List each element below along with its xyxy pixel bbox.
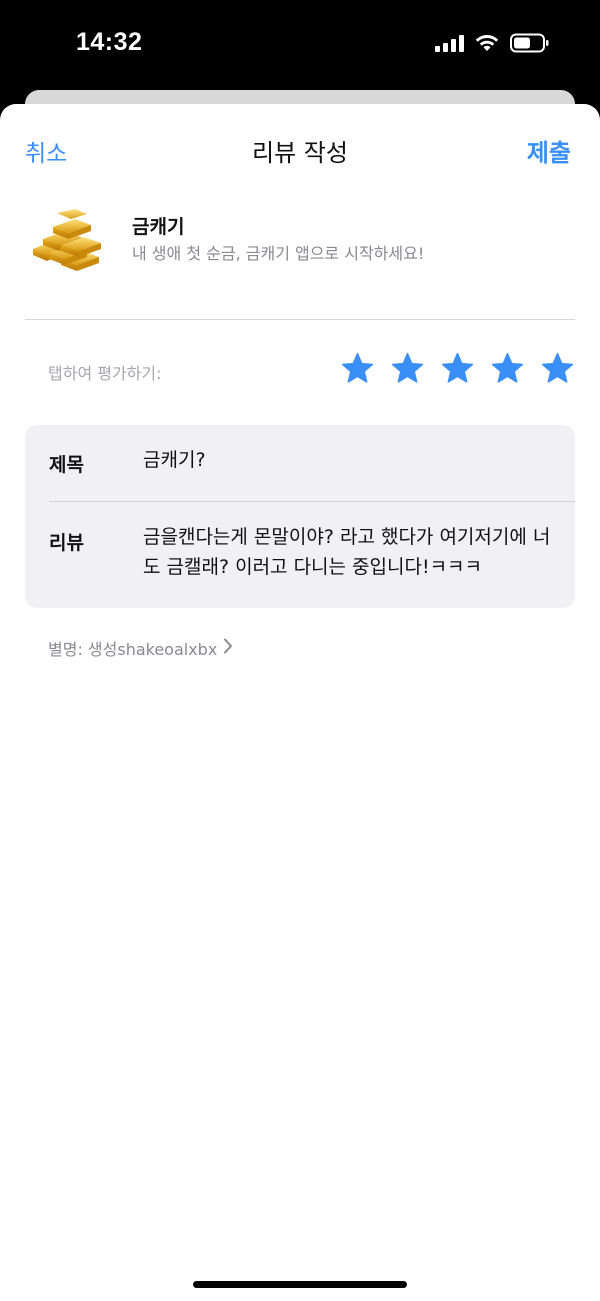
navigation-bar: 취소 리뷰 작성 제출 xyxy=(0,104,600,194)
battery-icon xyxy=(510,33,550,53)
page-title: 리뷰 작성 xyxy=(252,139,348,167)
nickname-row[interactable]: 별명: 생성shakeoalxbx xyxy=(48,636,233,660)
gold-bars-icon xyxy=(31,209,111,273)
review-textarea[interactable]: 금을캔다는게 몬말이야? 라고 했다가 여기저기에 너도 금캘래? 이러고 다니… xyxy=(143,522,558,582)
title-label: 제목 xyxy=(49,454,84,476)
rating-row: 탭하여 평가하기: xyxy=(0,349,600,394)
star-icon[interactable] xyxy=(440,351,475,386)
star-icon[interactable] xyxy=(390,351,425,386)
star-icon[interactable] xyxy=(340,351,375,386)
star-rating[interactable] xyxy=(340,351,575,386)
submit-button[interactable]: 제출 xyxy=(527,133,571,168)
app-name: 금캐기 xyxy=(132,216,185,238)
app-description: 내 생애 첫 순금, 금캐기 앱으로 시작하세요! xyxy=(132,244,425,263)
star-icon[interactable] xyxy=(490,351,525,386)
review-label: 리뷰 xyxy=(49,532,84,554)
review-form: 제목 금캐기? 리뷰 금을캔다는게 몬말이야? 라고 했다가 여기저기에 너도 … xyxy=(25,425,575,608)
form-divider xyxy=(49,501,575,502)
home-indicator xyxy=(193,1281,407,1288)
wifi-icon xyxy=(474,33,500,53)
app-info: 금캐기 내 생애 첫 순금, 금캐기 앱으로 시작하세요! xyxy=(25,204,575,294)
chevron-right-icon xyxy=(223,638,233,658)
title-input[interactable]: 금캐기? xyxy=(143,445,206,475)
star-icon[interactable] xyxy=(540,351,575,386)
review-sheet: 취소 리뷰 작성 제출 금캐기 내 생애 첫 순금, 금캐기 앱으로 시작하세요… xyxy=(0,104,600,1301)
nickname-text: 별명: 생성shakeoalxbx xyxy=(48,640,218,659)
divider xyxy=(25,319,575,320)
rating-label: 탭하여 평가하기: xyxy=(48,364,162,383)
status-bar: 14:32 xyxy=(0,0,600,92)
status-icons xyxy=(435,33,550,53)
cellular-signal-icon xyxy=(435,34,464,52)
status-time: 14:32 xyxy=(76,28,143,56)
